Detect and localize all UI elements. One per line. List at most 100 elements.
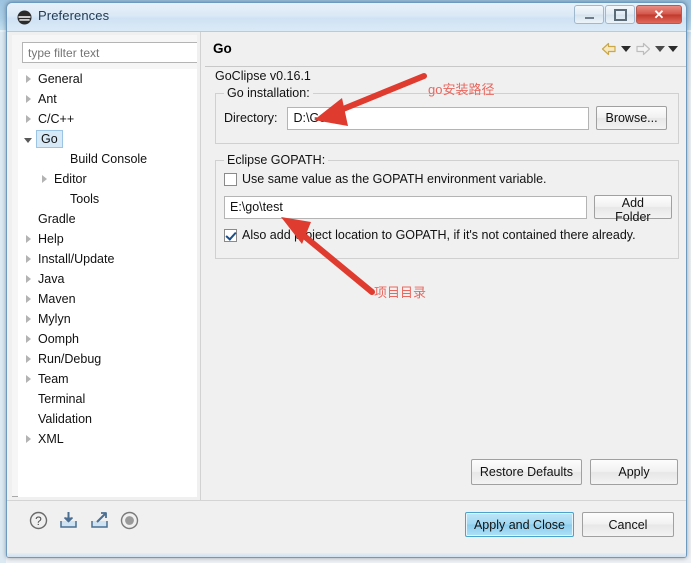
sidebar-item-mylyn[interactable]: Mylyn bbox=[18, 309, 200, 329]
also-add-project-checkbox[interactable] bbox=[224, 228, 237, 242]
eclipse-icon bbox=[17, 10, 32, 25]
close-icon: ✕ bbox=[653, 7, 665, 22]
eclipse-gopath-group: Eclipse GOPATH: Use same value as the GO… bbox=[215, 153, 679, 259]
chevron-right-icon[interactable] bbox=[20, 309, 36, 329]
sidebar-splitter[interactable] bbox=[197, 32, 205, 500]
sidebar-item-label: Validation bbox=[38, 412, 92, 426]
restore-defaults-button[interactable]: Restore Defaults bbox=[470, 459, 582, 485]
sidebar-item-xml[interactable]: XML bbox=[18, 429, 200, 449]
filter-input[interactable] bbox=[22, 42, 198, 63]
footer-icon-group: ? bbox=[29, 511, 139, 535]
sidebar-item-c-c[interactable]: C/C++ bbox=[18, 109, 200, 129]
browse-button[interactable]: Browse... bbox=[596, 106, 667, 130]
dialog-titlebar: Preferences ✕ bbox=[7, 3, 686, 32]
sidebar-item-label: Ant bbox=[38, 92, 57, 106]
page-header: Go bbox=[205, 38, 686, 67]
sidebar-item-install-update[interactable]: Install/Update bbox=[18, 249, 200, 269]
sidebar-item-label: Team bbox=[38, 372, 69, 386]
directory-input[interactable] bbox=[287, 106, 590, 130]
chevron-right-icon[interactable] bbox=[20, 229, 36, 249]
page-nav-toolbar bbox=[600, 41, 678, 57]
sidebar-item-editor[interactable]: Editor bbox=[18, 169, 200, 189]
sidebar-item-label: Terminal bbox=[38, 392, 86, 406]
sidebar-item-run-debug[interactable]: Run/Debug bbox=[18, 349, 200, 369]
go-installation-group: Go installation: Directory: Browse... bbox=[215, 86, 679, 144]
sidebar-item-help[interactable]: Help bbox=[18, 229, 200, 249]
add-folder-button[interactable]: Add Folder bbox=[593, 195, 672, 224]
sidebar-item-ant[interactable]: Ant bbox=[18, 89, 200, 109]
use-gopath-env-label: Use same value as the GOPATH environment… bbox=[242, 172, 547, 186]
window-controls: ✕ bbox=[574, 5, 682, 24]
view-menu-icon[interactable] bbox=[668, 46, 678, 52]
sidebar-item-label: Build Console bbox=[70, 152, 148, 166]
sidebar-item-label: Oomph bbox=[38, 332, 79, 346]
chevron-right-icon[interactable] bbox=[20, 289, 36, 309]
sidebar-item-label: Java bbox=[38, 272, 65, 286]
sidebar-item-label: Install/Update bbox=[38, 252, 115, 266]
annotation-install-path: go安装路径 bbox=[428, 82, 495, 97]
close-button[interactable]: ✕ bbox=[636, 5, 682, 24]
import-icon[interactable] bbox=[58, 511, 79, 535]
svg-text:?: ? bbox=[35, 514, 42, 528]
chevron-right-icon[interactable] bbox=[20, 269, 36, 289]
sidebar-item-label: Go bbox=[36, 130, 63, 148]
help-icon[interactable]: ? bbox=[29, 511, 48, 535]
apply-and-close-button[interactable]: Apply and Close bbox=[464, 512, 574, 537]
sidebar-item-label: Help bbox=[38, 232, 64, 246]
cancel-button[interactable]: Cancel bbox=[582, 512, 674, 537]
sidebar-item-tools[interactable]: Tools bbox=[18, 189, 200, 209]
chevron-right-icon[interactable] bbox=[20, 249, 36, 269]
sidebar-item-go[interactable]: Go bbox=[18, 129, 200, 149]
sidebar-item-label: C/C++ bbox=[38, 112, 75, 126]
sidebar-item-validation[interactable]: Validation bbox=[18, 409, 200, 429]
page-title: Go bbox=[213, 41, 232, 56]
sidebar-item-label: Gradle bbox=[38, 212, 76, 226]
chevron-right-icon[interactable] bbox=[20, 429, 36, 449]
sidebar-item-general[interactable]: General bbox=[18, 69, 200, 89]
sidebar-item-label: Run/Debug bbox=[38, 352, 102, 366]
chevron-right-icon[interactable] bbox=[20, 89, 36, 109]
also-add-project-label: Also add project location to GOPATH, if … bbox=[242, 228, 636, 242]
page-action-buttons: Restore Defaults Apply bbox=[470, 459, 678, 485]
chevron-right-icon[interactable] bbox=[36, 169, 52, 189]
preferences-tree[interactable]: General Ant C/C++ Go Build Console Editor Tool… bbox=[18, 69, 200, 497]
plugin-version-label: GoClipse v0.16.1 bbox=[215, 69, 311, 83]
back-dropdown-icon[interactable] bbox=[621, 46, 631, 52]
sidebar-item-gradle[interactable]: Gradle bbox=[18, 209, 200, 229]
chevron-right-icon[interactable] bbox=[20, 329, 36, 349]
sidebar-item-build-console[interactable]: Build Console bbox=[18, 149, 200, 169]
dialog-footer: ? Apply and Close Cancel bbox=[7, 500, 686, 557]
footer-buttons: Apply and Close Cancel bbox=[464, 512, 674, 537]
minimize-button[interactable] bbox=[574, 5, 604, 24]
directory-label: Directory: bbox=[224, 111, 278, 125]
chevron-right-icon[interactable] bbox=[20, 349, 36, 369]
use-gopath-env-checkbox[interactable] bbox=[224, 172, 237, 186]
go-installation-group-label: Go installation: bbox=[224, 86, 313, 100]
sidebar-item-terminal[interactable]: Terminal bbox=[18, 389, 200, 409]
chevron-right-icon[interactable] bbox=[20, 369, 36, 389]
export-icon[interactable] bbox=[89, 511, 110, 535]
sidebar-item-maven[interactable]: Maven bbox=[18, 289, 200, 309]
apply-button[interactable]: Apply bbox=[590, 459, 678, 485]
sidebar-item-oomph[interactable]: Oomph bbox=[18, 329, 200, 349]
maximize-button[interactable] bbox=[605, 5, 635, 24]
forward-dropdown-icon[interactable] bbox=[655, 46, 665, 52]
sidebar-item-label: XML bbox=[38, 432, 64, 446]
chevron-right-icon[interactable] bbox=[20, 69, 36, 89]
sidebar-item-team[interactable]: Team bbox=[18, 369, 200, 389]
sidebar-item-label: Maven bbox=[38, 292, 76, 306]
dialog-title: Preferences bbox=[38, 8, 110, 23]
sidebar-item-java[interactable]: Java bbox=[18, 269, 200, 289]
chevron-down-icon[interactable] bbox=[20, 129, 36, 149]
sidebar-item-label: General bbox=[38, 72, 83, 86]
back-arrow-icon[interactable] bbox=[600, 41, 618, 57]
record-icon[interactable] bbox=[120, 511, 139, 535]
preferences-sidebar: General Ant C/C++ Go Build Console Editor Tool… bbox=[12, 35, 200, 497]
chevron-right-icon[interactable] bbox=[20, 109, 36, 129]
gopath-input[interactable] bbox=[224, 195, 587, 219]
